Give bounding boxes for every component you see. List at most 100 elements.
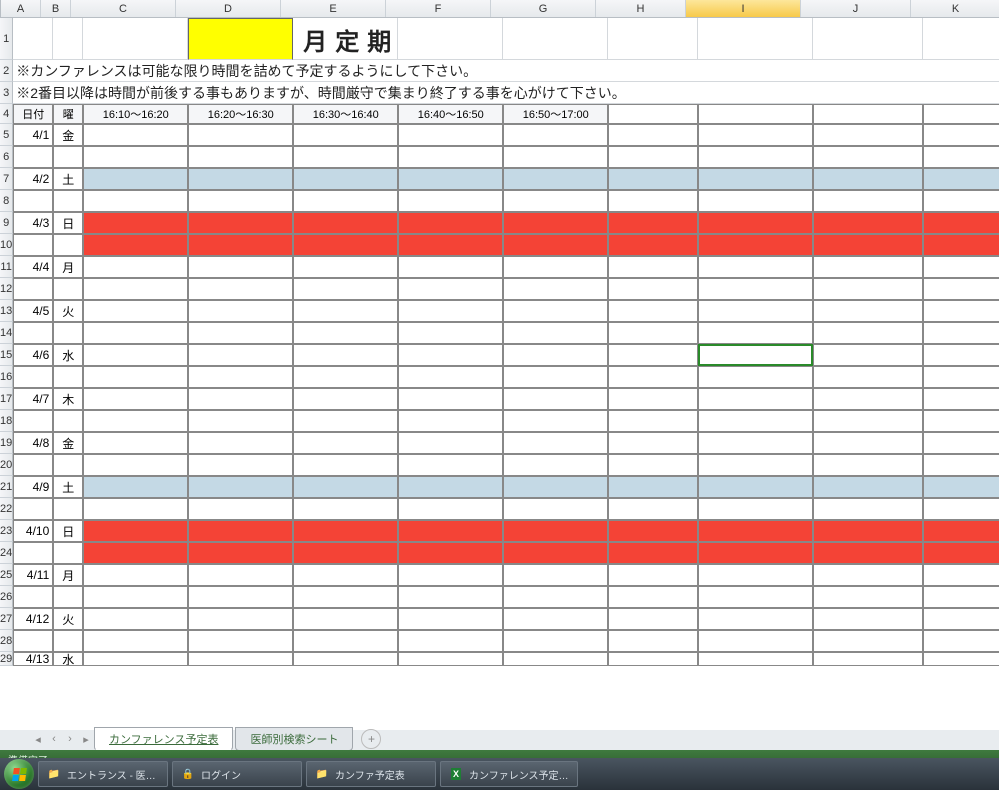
schedule-cell[interactable] [608, 212, 698, 234]
row-header-7[interactable]: 7 [0, 168, 13, 190]
schedule-cell[interactable] [293, 586, 398, 608]
date-cell[interactable]: 4/1 [13, 124, 53, 146]
schedule-cell[interactable] [188, 190, 293, 212]
header-slot-4[interactable]: 16:50～17:00 [503, 104, 608, 124]
schedule-cell[interactable] [188, 234, 293, 256]
schedule-cell[interactable] [923, 146, 999, 168]
row-header-18[interactable]: 18 [0, 410, 13, 432]
date-cell[interactable]: 4/6 [13, 344, 53, 366]
dow-cell[interactable] [53, 542, 83, 564]
schedule-cell[interactable] [398, 498, 503, 520]
schedule-cell[interactable] [608, 344, 698, 366]
schedule-cell[interactable] [608, 190, 698, 212]
schedule-cell[interactable] [608, 586, 698, 608]
schedule-cell[interactable] [503, 498, 608, 520]
schedule-cell[interactable] [398, 564, 503, 586]
dow-cell[interactable]: 土 [53, 168, 83, 190]
schedule-cell[interactable] [813, 432, 923, 454]
date-cell[interactable] [13, 190, 53, 212]
schedule-cell[interactable] [698, 212, 813, 234]
dow-cell[interactable] [53, 366, 83, 388]
schedule-cell[interactable] [293, 212, 398, 234]
schedule-cell[interactable] [293, 564, 398, 586]
schedule-cell[interactable] [503, 388, 608, 410]
schedule-cell[interactable] [503, 542, 608, 564]
schedule-cell[interactable] [398, 366, 503, 388]
dow-cell[interactable]: 火 [53, 300, 83, 322]
schedule-cell[interactable] [83, 454, 188, 476]
schedule-cell[interactable] [188, 256, 293, 278]
schedule-cell[interactable] [293, 322, 398, 344]
schedule-cell[interactable] [608, 542, 698, 564]
schedule-cell[interactable] [503, 630, 608, 652]
col-header-A[interactable]: A [1, 0, 41, 17]
taskbar-item-3[interactable]: Xカンファレンス予定… [440, 761, 578, 787]
schedule-cell[interactable] [698, 300, 813, 322]
schedule-cell[interactable] [293, 630, 398, 652]
schedule-cell[interactable] [398, 388, 503, 410]
schedule-cell[interactable] [503, 168, 608, 190]
dow-cell[interactable] [53, 146, 83, 168]
schedule-cell[interactable] [293, 608, 398, 630]
schedule-cell[interactable] [923, 388, 999, 410]
schedule-cell[interactable] [608, 630, 698, 652]
schedule-cell[interactable] [83, 432, 188, 454]
schedule-cell[interactable] [188, 586, 293, 608]
row-header-14[interactable]: 14 [0, 322, 13, 344]
schedule-cell[interactable] [503, 300, 608, 322]
row-header-5[interactable]: 5 [0, 124, 13, 146]
schedule-cell[interactable] [503, 586, 608, 608]
schedule-cell[interactable] [83, 608, 188, 630]
schedule-cell[interactable] [398, 190, 503, 212]
schedule-cell[interactable] [608, 146, 698, 168]
date-cell[interactable]: 4/12 [13, 608, 53, 630]
sheet-nav-first[interactable]: ◂ [30, 730, 46, 748]
schedule-cell[interactable] [813, 124, 923, 146]
schedule-cell[interactable] [923, 410, 999, 432]
dow-cell[interactable]: 土 [53, 476, 83, 498]
schedule-cell[interactable] [813, 344, 923, 366]
schedule-cell[interactable] [813, 630, 923, 652]
schedule-cell[interactable] [608, 278, 698, 300]
schedule-cell[interactable] [83, 300, 188, 322]
dow-cell[interactable]: 月 [53, 564, 83, 586]
schedule-cell[interactable] [398, 278, 503, 300]
schedule-cell[interactable] [813, 542, 923, 564]
row-header-12[interactable]: 12 [0, 278, 13, 300]
date-cell[interactable]: 4/3 [13, 212, 53, 234]
dow-cell[interactable] [53, 278, 83, 300]
schedule-cell[interactable] [608, 410, 698, 432]
schedule-cell[interactable] [608, 256, 698, 278]
header-slot-1[interactable]: 16:20～16:30 [188, 104, 293, 124]
dow-cell[interactable]: 水 [53, 652, 83, 666]
dow-cell[interactable]: 日 [53, 212, 83, 234]
schedule-cell[interactable] [188, 564, 293, 586]
schedule-cell[interactable] [293, 278, 398, 300]
schedule-cell[interactable] [293, 388, 398, 410]
schedule-cell[interactable] [698, 520, 813, 542]
schedule-cell[interactable] [923, 498, 999, 520]
schedule-cell[interactable] [698, 542, 813, 564]
date-cell[interactable] [13, 586, 53, 608]
schedule-cell[interactable] [503, 234, 608, 256]
schedule-cell[interactable] [813, 212, 923, 234]
row-header-24[interactable]: 24 [0, 542, 13, 564]
schedule-cell[interactable] [923, 542, 999, 564]
schedule-cell[interactable] [293, 542, 398, 564]
col-header-G[interactable]: G [491, 0, 596, 17]
header-slot-3[interactable]: 16:40～16:50 [398, 104, 503, 124]
schedule-cell[interactable] [503, 476, 608, 498]
dow-cell[interactable] [53, 234, 83, 256]
date-cell[interactable] [13, 410, 53, 432]
schedule-cell[interactable] [188, 498, 293, 520]
date-cell[interactable]: 4/5 [13, 300, 53, 322]
schedule-cell[interactable] [398, 432, 503, 454]
schedule-cell[interactable] [608, 454, 698, 476]
schedule-cell[interactable] [293, 256, 398, 278]
schedule-cell[interactable] [188, 168, 293, 190]
schedule-cell[interactable] [398, 256, 503, 278]
schedule-cell[interactable] [923, 630, 999, 652]
schedule-cell[interactable] [293, 652, 398, 666]
schedule-cell[interactable] [83, 476, 188, 498]
schedule-cell[interactable] [698, 410, 813, 432]
